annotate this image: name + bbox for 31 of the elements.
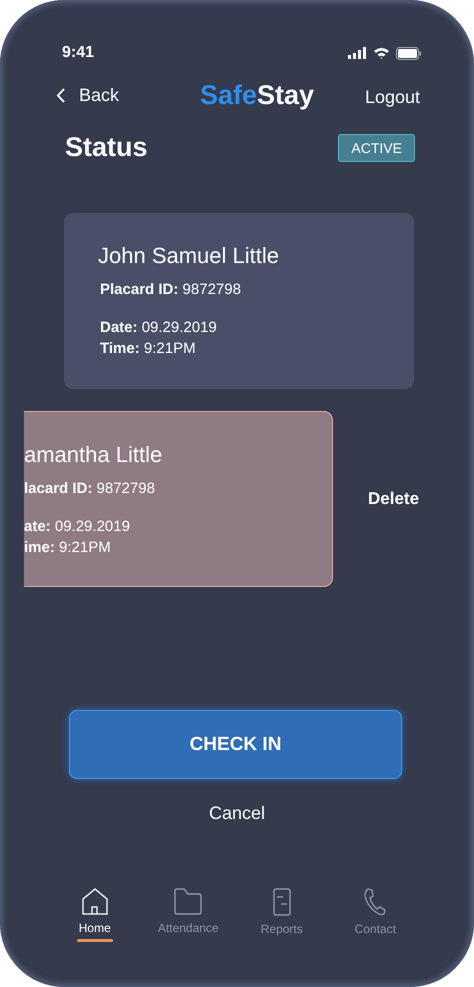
guest-detail: lacard ID: 9872798	[24, 479, 156, 499]
guest-detail: ime: 9:21PM	[24, 538, 112, 558]
nav-tab[interactable]: Attendance	[148, 888, 228, 943]
nav-tab[interactable]: Home	[54, 888, 135, 943]
page-title: Status	[65, 132, 148, 163]
delete-button[interactable]: Delete	[368, 489, 420, 509]
check-in-button[interactable]: CHECK IN	[69, 710, 402, 779]
status-badge: ACTIVE	[338, 134, 415, 162]
logout-button[interactable]: Logout	[364, 86, 420, 108]
nav-tab[interactable]: Reports	[242, 888, 322, 943]
app-logo: SafeStay	[200, 80, 314, 110]
folder-icon	[174, 888, 202, 915]
guest-name: amantha Little	[24, 442, 164, 468]
guest-detail: Date: 09.29.2019	[100, 318, 218, 338]
phone-icon	[364, 888, 386, 916]
nav-tab[interactable]: Contact	[335, 888, 416, 943]
home-icon	[82, 888, 108, 915]
battery-icon	[396, 46, 422, 60]
signal-icon	[348, 47, 367, 59]
chevron-left-icon	[56, 88, 65, 102]
cancel-button[interactable]: Cancel	[208, 803, 266, 824]
guest-detail: ate: 09.29.2019	[24, 517, 131, 537]
guest-card[interactable]: amantha Little lacard ID: 9872798 ate: 09.29.2019 ime: 9:21PM	[24, 411, 333, 587]
guest-detail: Time: 9:21PM	[100, 339, 197, 359]
back-button[interactable]: Back	[56, 84, 120, 106]
guest-detail: Placard ID: 9872798	[100, 280, 242, 300]
guest-card[interactable]: John Samuel Little Placard ID: 9872798 Date: 09.29.2019 Time: 9:21PM	[64, 213, 414, 389]
guest-name: John Samuel Little	[98, 243, 280, 269]
document-icon	[272, 888, 291, 916]
status-time: 9:41	[62, 44, 94, 62]
wifi-icon	[373, 47, 390, 59]
